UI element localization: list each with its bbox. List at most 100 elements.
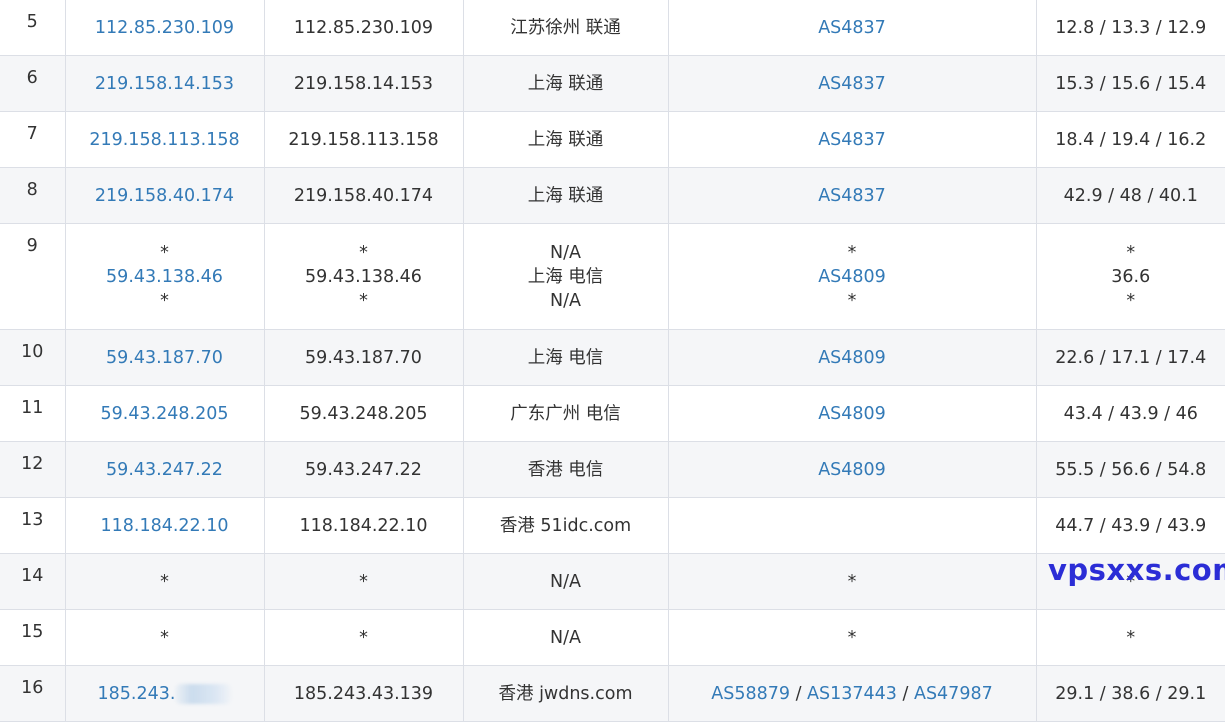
location-cell: N/A (463, 554, 668, 610)
ip-cell: 219.158.113.158 (65, 112, 264, 168)
no-reply-marker: * (848, 243, 857, 263)
hostname-text: * (265, 289, 463, 313)
ip-link[interactable]: 59.43.247.22 (66, 458, 264, 482)
no-reply-marker: * (66, 289, 264, 313)
latency-cell: 43.4 / 43.9 / 46 (1036, 386, 1225, 442)
hop-cell: 12 (0, 442, 65, 498)
hostname-text: 185.243.43.139 (265, 682, 463, 706)
asn-link[interactable]: AS4837 (818, 18, 886, 38)
location-cell: 上海 电信 (463, 330, 668, 386)
hop-cell: 7 (0, 112, 65, 168)
location-text: 上海 电信 (464, 346, 668, 370)
ip-link[interactable]: 219.158.113.158 (66, 128, 264, 152)
hostname-text: 59.43.248.205 (265, 402, 463, 426)
asn-cell: AS4837 (668, 56, 1036, 112)
hop-number: 6 (27, 68, 38, 88)
asn-link[interactable]: AS4809 (818, 267, 886, 287)
no-reply-marker: * (66, 626, 264, 650)
hop-number: 13 (21, 510, 43, 530)
ip-link[interactable]: 185.243. (66, 682, 264, 706)
ip-link[interactable]: 219.158.40.174 (66, 184, 264, 208)
asn-line: AS4809 (669, 265, 1036, 289)
ip-cell: *59.43.138.46* (65, 224, 264, 330)
asn-line: * (669, 241, 1036, 265)
latency-text: 44.7 / 43.9 / 43.9 (1037, 514, 1225, 538)
hop-number: 5 (27, 12, 38, 32)
table-row: 8219.158.40.174219.158.40.174上海 联通AS4837… (0, 168, 1225, 224)
ip-cell: 185.243. (65, 666, 264, 722)
table-row: 1159.43.248.20559.43.248.205广东广州 电信AS480… (0, 386, 1225, 442)
hostname-cell: * (264, 610, 463, 666)
hop-number: 16 (21, 678, 43, 698)
hop-number: 11 (21, 398, 43, 418)
hostname-cell: 59.43.248.205 (264, 386, 463, 442)
latency-cell: 18.4 / 19.4 / 16.2 (1036, 112, 1225, 168)
ip-link[interactable]: 219.158.14.153 (66, 72, 264, 96)
hostname-cell: 59.43.247.22 (264, 442, 463, 498)
hostname-cell: 219.158.40.174 (264, 168, 463, 224)
asn-link[interactable]: AS137443 (807, 684, 897, 704)
hop-number: 15 (21, 622, 43, 642)
location-cell: 香港 电信 (463, 442, 668, 498)
redaction-blur (175, 684, 231, 704)
location-cell: 上海 联通 (463, 168, 668, 224)
no-reply-marker: * (848, 628, 857, 648)
ip-link[interactable]: 59.43.187.70 (66, 346, 264, 370)
latency-text: * (1037, 241, 1225, 265)
watermark: vpsxxs.com (1048, 552, 1225, 588)
ip-link[interactable]: 185.243. (98, 684, 176, 704)
ip-link[interactable]: 59.43.248.205 (66, 402, 264, 426)
ip-cell: 112.85.230.109 (65, 0, 264, 56)
hostname-text: 219.158.40.174 (265, 184, 463, 208)
latency-text: 42.9 / 48 / 40.1 (1037, 184, 1225, 208)
hop-cell: 10 (0, 330, 65, 386)
asn-line: AS4809 (669, 402, 1036, 426)
asn-cell: AS4837 (668, 168, 1036, 224)
location-text: 香港 jwdns.com (464, 682, 668, 706)
asn-link[interactable]: AS4837 (818, 186, 886, 206)
hostname-cell: *59.43.138.46* (264, 224, 463, 330)
location-cell: 江苏徐州 联通 (463, 0, 668, 56)
ip-link[interactable]: 59.43.138.46 (66, 265, 264, 289)
hostname-cell: 59.43.187.70 (264, 330, 463, 386)
table-row: 15**N/A** (0, 610, 1225, 666)
asn-line: AS58879 / AS137443 / AS47987 (669, 682, 1036, 706)
asn-cell: AS4809 (668, 386, 1036, 442)
latency-text: 12.8 / 13.3 / 12.9 (1037, 16, 1225, 40)
location-text: 上海 电信 (464, 265, 668, 289)
location-text: N/A (464, 289, 668, 313)
ip-link[interactable]: 118.184.22.10 (66, 514, 264, 538)
latency-text: 55.5 / 56.6 / 54.8 (1037, 458, 1225, 482)
asn-link[interactable]: AS4809 (818, 460, 886, 480)
location-cell: 广东广州 电信 (463, 386, 668, 442)
location-cell: 上海 联通 (463, 56, 668, 112)
ip-cell: 118.184.22.10 (65, 498, 264, 554)
asn-link[interactable]: AS47987 (914, 684, 993, 704)
table-row: 1259.43.247.2259.43.247.22香港 电信AS480955.… (0, 442, 1225, 498)
latency-text: * (1037, 626, 1225, 650)
hop-cell: 5 (0, 0, 65, 56)
asn-line: AS4809 (669, 458, 1036, 482)
hop-number: 10 (21, 342, 43, 362)
ip-cell: 219.158.40.174 (65, 168, 264, 224)
hostname-cell: 112.85.230.109 (264, 0, 463, 56)
asn-line: AS4809 (669, 346, 1036, 370)
asn-cell: AS4837 (668, 0, 1036, 56)
hostname-cell: 185.243.43.139 (264, 666, 463, 722)
location-text: 上海 联通 (464, 184, 668, 208)
ip-link[interactable]: 112.85.230.109 (66, 16, 264, 40)
asn-cell: AS4809 (668, 442, 1036, 498)
asn-link[interactable]: AS4809 (818, 348, 886, 368)
asn-link[interactable]: AS4837 (818, 74, 886, 94)
latency-cell: 15.3 / 15.6 / 15.4 (1036, 56, 1225, 112)
asn-link[interactable]: AS4837 (818, 130, 886, 150)
hostname-text: 59.43.138.46 (265, 265, 463, 289)
table-row: 5112.85.230.109112.85.230.109江苏徐州 联通AS48… (0, 0, 1225, 56)
hostname-cell: 118.184.22.10 (264, 498, 463, 554)
latency-text: * (1037, 289, 1225, 313)
asn-link[interactable]: AS58879 (711, 684, 790, 704)
latency-cell: * (1036, 610, 1225, 666)
location-cell: 香港 51idc.com (463, 498, 668, 554)
asn-link[interactable]: AS4809 (818, 404, 886, 424)
hostname-text: 59.43.187.70 (265, 346, 463, 370)
